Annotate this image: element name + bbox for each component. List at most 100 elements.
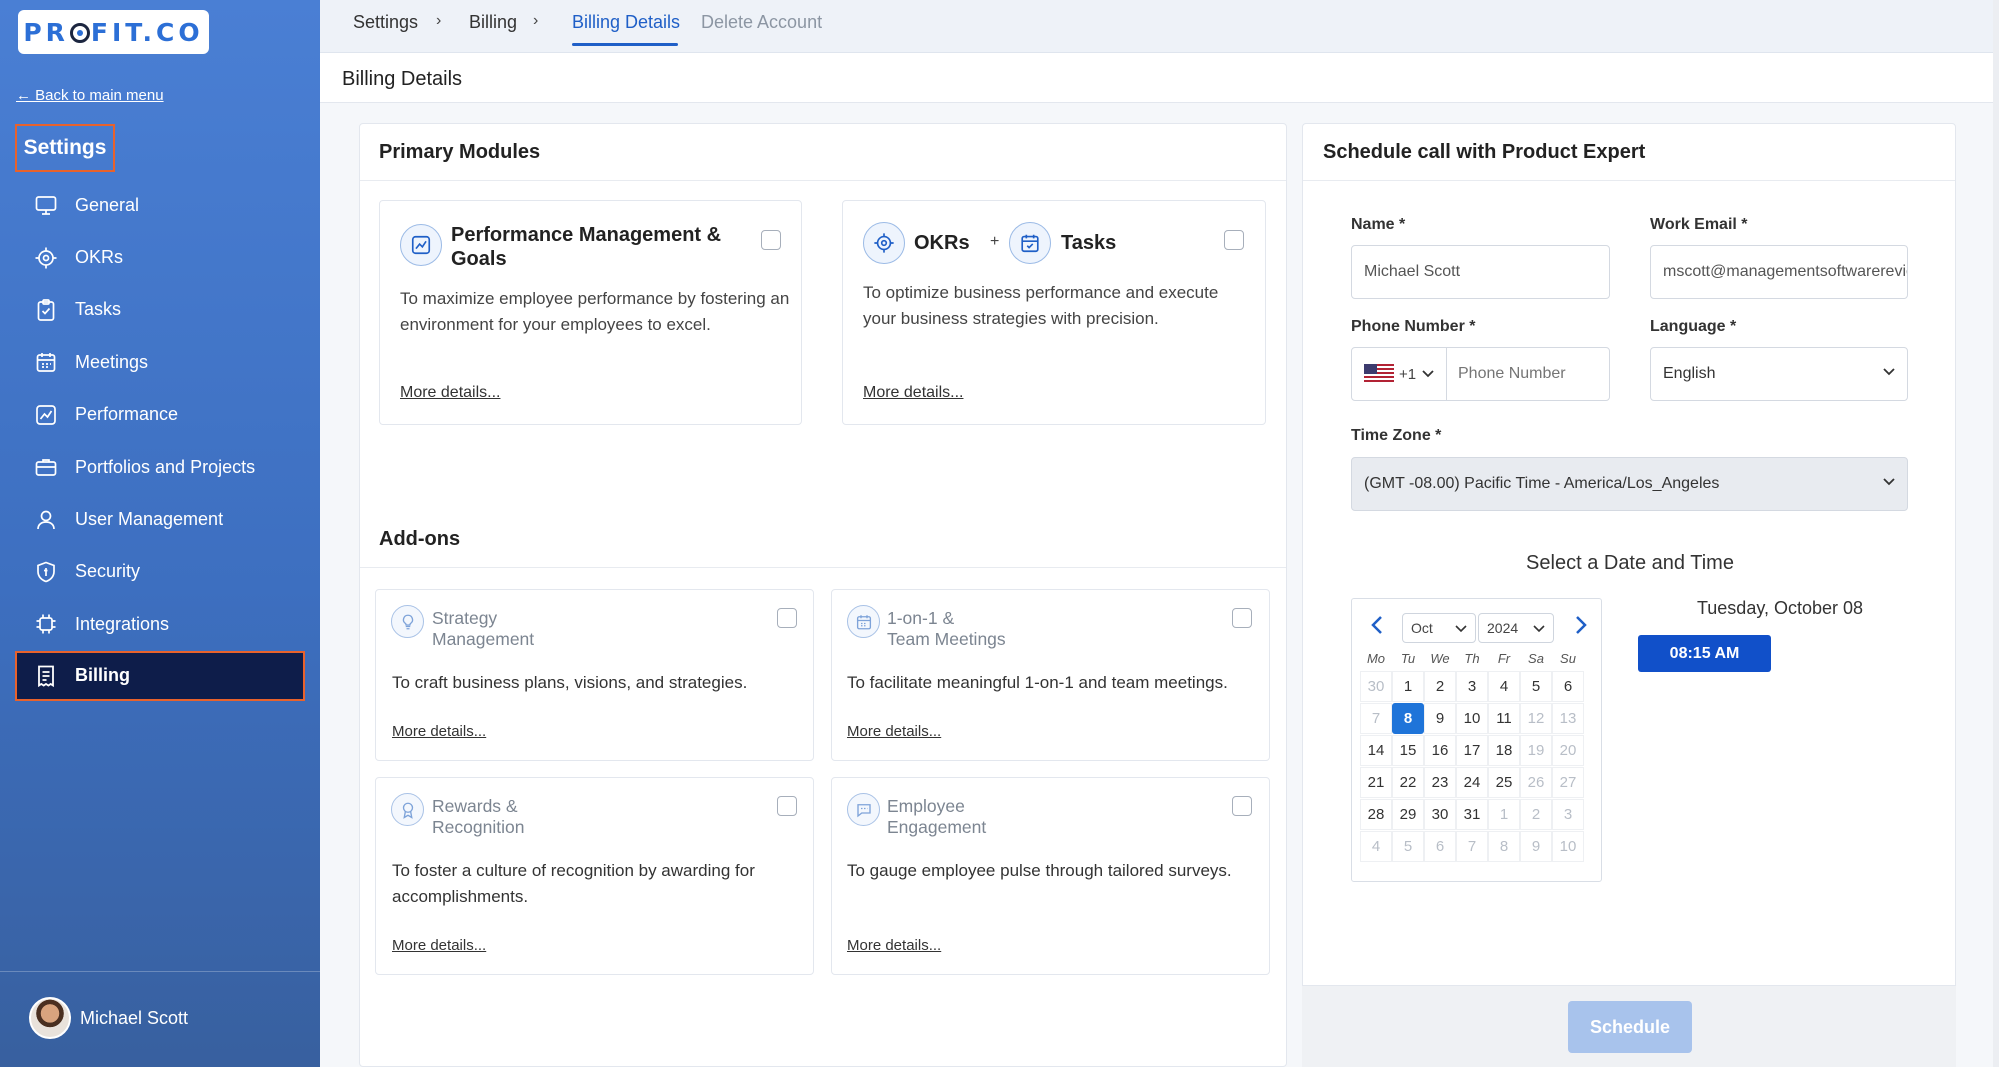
addon-checkbox-engagement[interactable]	[1232, 796, 1252, 816]
breadcrumb-settings[interactable]: Settings	[353, 12, 418, 33]
more-details-link[interactable]: More details...	[392, 723, 486, 740]
country-code-select[interactable]: +1	[1352, 348, 1447, 400]
time-slot-button[interactable]: 08:15 AM	[1638, 635, 1771, 672]
calendar-check-icon	[1009, 222, 1051, 264]
calendar-day: 13	[1552, 703, 1584, 734]
sidebar-item-portfolios[interactable]: Portfolios and Projects	[0, 441, 320, 493]
avatar[interactable]	[29, 997, 71, 1039]
calendar-day[interactable]: 5	[1520, 671, 1552, 702]
chart-line-icon	[33, 402, 59, 428]
sidebar-item-label: Tasks	[75, 299, 122, 320]
calendar-day[interactable]: 10	[1456, 703, 1488, 734]
addon-checkbox-rewards[interactable]	[777, 796, 797, 816]
addon-checkbox-strategy[interactable]	[777, 608, 797, 628]
calendar-day[interactable]: 9	[1424, 703, 1456, 734]
monitor-icon	[33, 192, 59, 218]
sidebar-item-integrations[interactable]: Integrations	[0, 598, 320, 650]
chat-icon	[847, 793, 880, 826]
settings-title: Settings	[15, 124, 115, 172]
weekday-label: Su	[1560, 651, 1576, 666]
module-checkbox-performance[interactable]	[761, 230, 781, 250]
calendar-day[interactable]: 28	[1360, 799, 1392, 830]
sidebar-item-performance[interactable]: Performance	[0, 389, 320, 441]
more-details-link[interactable]: More details...	[400, 384, 500, 402]
calendar-day[interactable]: 6	[1552, 671, 1584, 702]
phone-number-input[interactable]	[1458, 349, 1608, 399]
chart-line-icon	[400, 224, 442, 266]
sidebar-item-general[interactable]: General	[0, 179, 320, 231]
sidebar-item-security[interactable]: Security	[0, 546, 320, 598]
select-date-time-title: Select a Date and Time	[1526, 552, 1734, 574]
schedule-button[interactable]: Schedule	[1568, 1001, 1692, 1053]
calendar-day[interactable]: 16	[1424, 735, 1456, 766]
chevron-down-icon	[1883, 368, 1895, 376]
addon-title: 1-on-1 & Team Meetings	[887, 608, 1006, 649]
calendar-day[interactable]: 17	[1456, 735, 1488, 766]
us-flag-icon	[1364, 364, 1394, 384]
calendar-day[interactable]: 21	[1360, 767, 1392, 798]
schedule-title: Schedule call with Product Expert	[1323, 141, 1646, 163]
sidebar-item-meetings[interactable]: Meetings	[0, 336, 320, 388]
calendar-day[interactable]: 31	[1456, 799, 1488, 830]
calendar-day[interactable]: 2	[1424, 671, 1456, 702]
calendar-day[interactable]: 23	[1424, 767, 1456, 798]
more-details-link[interactable]: More details...	[847, 937, 941, 954]
calendar-day[interactable]: 24	[1456, 767, 1488, 798]
sidebar-item-okrs[interactable]: OKRs	[0, 231, 320, 283]
divider	[1303, 180, 1955, 181]
sidebar-item-label: Meetings	[75, 351, 149, 372]
calendar-day[interactable]: 11	[1488, 703, 1520, 734]
calendar-day[interactable]: 30	[1424, 799, 1456, 830]
scrollbar[interactable]	[1993, 0, 1999, 1067]
chevron-right-icon[interactable]	[1574, 615, 1588, 635]
work-email-field[interactable]: mscott@managementsoftwarereviews	[1650, 245, 1908, 299]
calendar-day: 7	[1360, 703, 1392, 734]
addon-description: To foster a culture of recognition by aw…	[392, 861, 755, 906]
briefcase-icon	[33, 454, 59, 480]
calendar-day: 3	[1552, 799, 1584, 830]
sidebar-item-label: Portfolios and Projects	[75, 456, 256, 477]
weekday-label: Mo	[1366, 651, 1386, 666]
calendar-day[interactable]: 22	[1392, 767, 1424, 798]
sidebar-item-label: OKRs	[75, 247, 124, 268]
month-value: Oct	[1411, 620, 1433, 636]
sidebar-item-billing[interactable]: Billing	[15, 650, 305, 701]
addon-checkbox-meetings[interactable]	[1232, 608, 1252, 628]
calendar-icon	[33, 349, 59, 375]
plus-sign: +	[990, 233, 1000, 250]
calendar-day: 5	[1392, 831, 1424, 862]
year-select[interactable]: 2024	[1478, 613, 1554, 643]
calendar-day[interactable]: 15	[1392, 735, 1424, 766]
more-details-link[interactable]: More details...	[392, 937, 486, 954]
calendar-day[interactable]: 25	[1488, 767, 1520, 798]
language-select[interactable]: English	[1650, 347, 1908, 401]
name-field[interactable]: Michael Scott	[1351, 245, 1610, 299]
module-checkbox-okrs-tasks[interactable]	[1224, 230, 1244, 250]
chevron-left-icon[interactable]	[1370, 615, 1384, 635]
calendar-day[interactable]: 4	[1488, 671, 1520, 702]
calendar-day[interactable]: 18	[1488, 735, 1520, 766]
month-select[interactable]: Oct	[1402, 613, 1476, 643]
calendar-day[interactable]: 3	[1456, 671, 1488, 702]
user-name[interactable]: Michael Scott	[80, 1008, 188, 1029]
breadcrumb-billing[interactable]: Billing	[469, 12, 517, 33]
profit-co-logo[interactable]: PR FIT.CO	[18, 10, 209, 54]
timezone-select[interactable]: (GMT -08.00) Pacific Time - America/Los_…	[1351, 457, 1908, 511]
divider	[360, 567, 1286, 568]
calendar-day[interactable]: 29	[1392, 799, 1424, 830]
calendar-day[interactable]: 14	[1360, 735, 1392, 766]
sidebar-item-tasks[interactable]: Tasks	[0, 284, 320, 336]
more-details-link[interactable]: More details...	[847, 723, 941, 740]
more-details-link[interactable]: More details...	[863, 384, 963, 402]
tab-billing-details[interactable]: Billing Details	[572, 12, 680, 33]
chip-icon	[33, 611, 59, 637]
back-to-main-menu-link[interactable]: ← Back to main menu	[16, 87, 164, 104]
calendar-day[interactable]: 8	[1392, 703, 1424, 734]
calendar-day: 9	[1520, 831, 1552, 862]
calendar-day: 30	[1360, 671, 1392, 702]
sidebar-item-user-management[interactable]: User Management	[0, 493, 320, 545]
language-label: Language *	[1650, 318, 1737, 335]
tab-delete-account[interactable]: Delete Account	[701, 12, 822, 33]
sidebar-item-label: User Management	[75, 509, 224, 530]
calendar-day[interactable]: 1	[1392, 671, 1424, 702]
